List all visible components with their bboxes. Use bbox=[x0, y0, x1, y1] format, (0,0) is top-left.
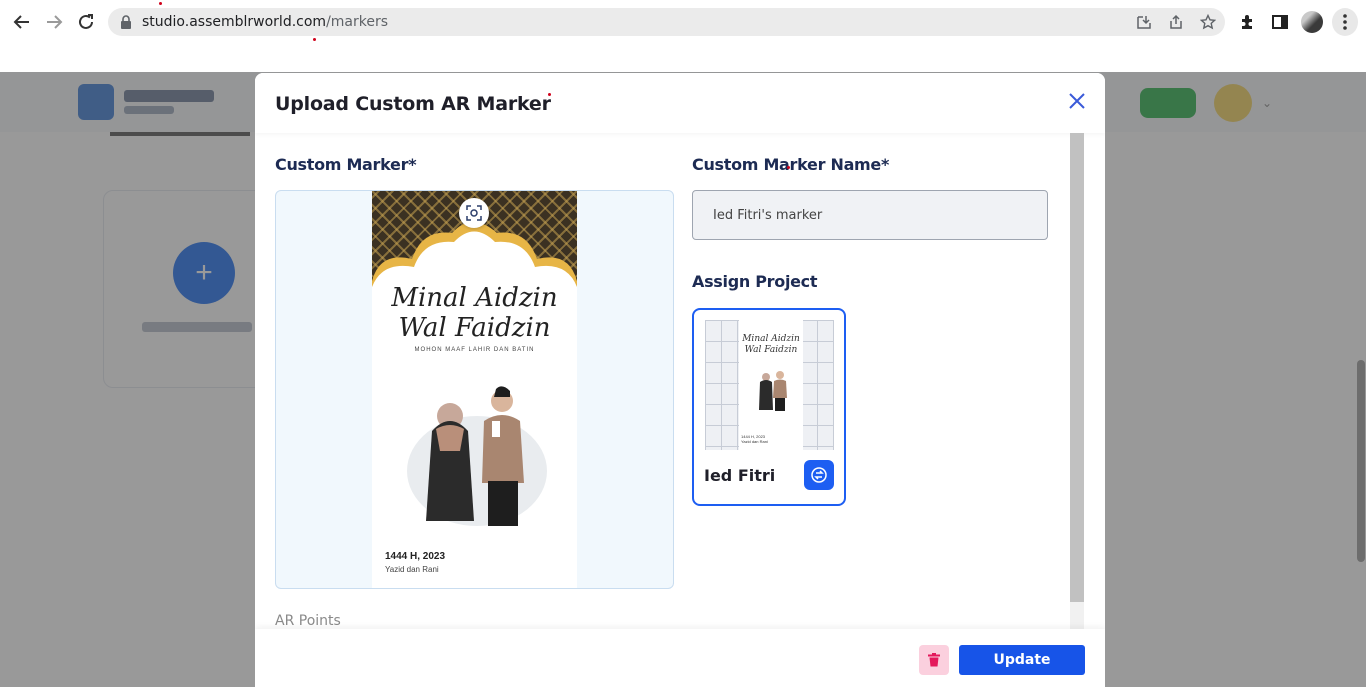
lock-icon bbox=[121, 15, 131, 29]
thumbnail-line-1: Minal Aidzin bbox=[742, 334, 800, 344]
address-bar[interactable]: studio.assemblrworld.com/markers bbox=[108, 8, 1225, 36]
marker-names: Yazid dan Rani bbox=[385, 565, 439, 574]
update-button[interactable]: Update bbox=[959, 645, 1085, 675]
scan-icon[interactable] bbox=[459, 198, 489, 228]
forward-icon[interactable] bbox=[42, 10, 66, 34]
ar-points-label: AR Points bbox=[275, 613, 341, 629]
browser-toolbar: studio.assemblrworld.com/markers bbox=[0, 0, 1366, 44]
url-host: studio.assemblrworld.com bbox=[142, 14, 327, 30]
thumbnail-names: Yazid dan Rani bbox=[741, 439, 768, 444]
thumbnail-footer: 1444 H, 2023 Yazid dan Rani bbox=[741, 434, 768, 444]
modal-footer: Update bbox=[255, 629, 1105, 687]
greeting-line-2: Wal Faidzin bbox=[398, 313, 551, 343]
share-icon[interactable] bbox=[1168, 14, 1184, 30]
couple-illustration bbox=[407, 386, 547, 526]
close-icon[interactable] bbox=[1067, 91, 1087, 111]
modal-header: Upload Custom AR Marker bbox=[255, 73, 1105, 133]
menu-icon[interactable] bbox=[1332, 8, 1358, 36]
marker-image: Minal Aidzin Wal Faidzin MOHON MAAF LAHI… bbox=[372, 191, 577, 588]
page-scrollbar[interactable] bbox=[1357, 360, 1365, 562]
reload-icon[interactable] bbox=[74, 10, 98, 34]
install-icon[interactable] bbox=[1136, 14, 1152, 30]
trash-icon bbox=[928, 653, 940, 667]
thumbnail-greeting: Minal Aidzin Wal Faidzin bbox=[739, 334, 803, 356]
side-panel-icon[interactable] bbox=[1270, 12, 1290, 32]
bookmark-star-icon[interactable] bbox=[1200, 14, 1216, 30]
profile-avatar[interactable] bbox=[1301, 11, 1323, 33]
marker-preview[interactable]: Minal Aidzin Wal Faidzin MOHON MAAF LAHI… bbox=[275, 190, 674, 589]
annotation-dot bbox=[159, 2, 162, 5]
modal-body: Custom Marker* Minal Aidzin Wal Faidzin … bbox=[255, 133, 1070, 629]
greeting-line-1: Minal Aidzin bbox=[391, 283, 558, 313]
delete-button[interactable] bbox=[919, 645, 949, 675]
marker-greeting: Minal Aidzin Wal Faidzin bbox=[372, 283, 577, 343]
thumbnail-line-2: Wal Faidzin bbox=[744, 345, 798, 355]
annotation-dot bbox=[313, 38, 316, 41]
project-card[interactable]: Minal Aidzin Wal Faidzin 1444 H, 2023 Ya… bbox=[692, 308, 846, 506]
assign-project-label: Assign Project bbox=[692, 272, 818, 291]
extensions-icon[interactable] bbox=[1238, 12, 1258, 32]
url-path: /markers bbox=[326, 14, 389, 30]
thumbnail-poster: Minal Aidzin Wal Faidzin 1444 H, 2023 Ya… bbox=[739, 320, 803, 450]
greeting-subtitle: MOHON MAAF LAHIR DAN BATIN bbox=[414, 347, 535, 353]
upload-marker-modal: Upload Custom AR Marker Custom Marker* M… bbox=[255, 73, 1105, 687]
annotation-dot bbox=[548, 93, 551, 96]
modal-scrollbar-thumb[interactable] bbox=[1070, 133, 1084, 602]
marker-year: 1444 H, 2023 bbox=[385, 551, 446, 562]
marker-name-label: Custom Marker Name* bbox=[692, 155, 890, 174]
back-icon[interactable] bbox=[10, 10, 34, 34]
marker-name-input[interactable]: Ied Fitri's marker bbox=[692, 190, 1048, 240]
project-name: Ied Fitri bbox=[704, 466, 776, 485]
project-thumbnail: Minal Aidzin Wal Faidzin 1444 H, 2023 Ya… bbox=[705, 320, 834, 450]
annotation-dot bbox=[787, 166, 790, 169]
thumbnail-illustration bbox=[759, 371, 787, 411]
custom-marker-label: Custom Marker* bbox=[275, 155, 417, 174]
switch-project-icon[interactable] bbox=[804, 460, 834, 490]
modal-title: Upload Custom AR Marker bbox=[275, 93, 551, 115]
